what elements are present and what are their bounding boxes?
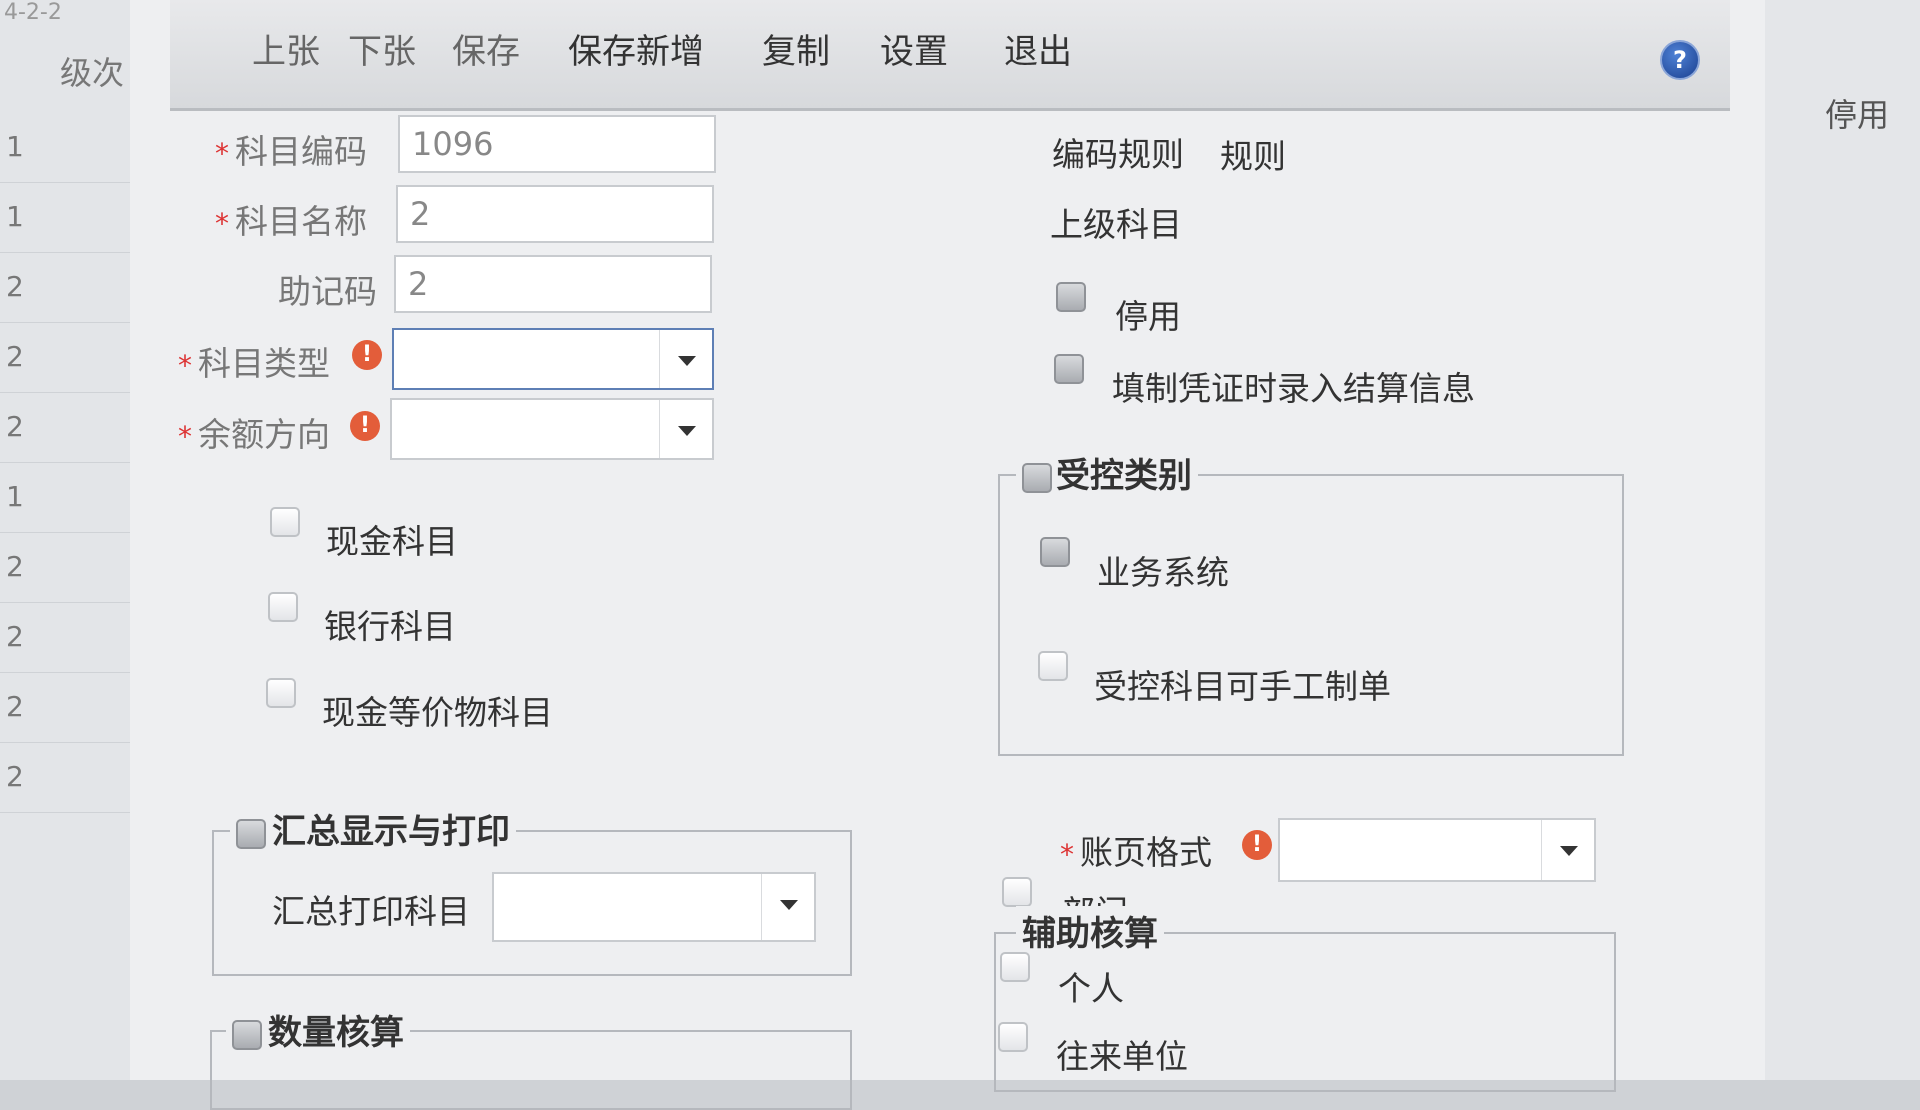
chevron-down-icon[interactable]	[659, 400, 712, 458]
quantity-group-checkbox[interactable]	[232, 1019, 262, 1050]
partner-checkbox[interactable]	[998, 1022, 1028, 1052]
disable-label: 停用	[1115, 297, 1181, 336]
balance-warning-icon: !	[350, 411, 380, 441]
save-button[interactable]: 保存	[452, 24, 520, 73]
code-rule-label: 编码规则	[1052, 135, 1184, 174]
table-row[interactable]: 2	[0, 322, 130, 393]
balance-label: * 余额方向	[178, 415, 330, 454]
settings-button[interactable]: 设置	[880, 24, 948, 73]
background-right-column: 停用	[1765, 0, 1920, 1080]
parent-account-label: 上级科目	[1050, 205, 1182, 244]
type-warning-icon: !	[352, 340, 382, 370]
background-list-header: 级次	[60, 54, 125, 92]
ledger-format-warning-icon: !	[1242, 830, 1272, 860]
controlled-group	[998, 474, 1624, 756]
chevron-down-icon[interactable]	[1541, 820, 1594, 880]
type-select[interactable]	[392, 328, 714, 390]
mnemonic-label: 助记码	[278, 272, 377, 311]
code-rule-value: 规则	[1220, 137, 1286, 176]
toolbar: 上张 下张 保存 保存新增 复制 设置 退出 ?	[170, 0, 1730, 111]
table-row[interactable]: 2	[0, 742, 130, 813]
code-input[interactable]: 1096	[398, 115, 716, 173]
table-row[interactable]: 1	[0, 112, 130, 183]
disable-checkbox[interactable]	[1056, 282, 1086, 312]
manual-voucher-label: 受控科目可手工制单	[1094, 667, 1391, 706]
chevron-down-icon[interactable]	[761, 874, 814, 940]
person-label: 个人	[1058, 969, 1124, 1008]
cash-equiv-checkbox[interactable]	[266, 678, 296, 708]
exit-button[interactable]: 退出	[1004, 24, 1072, 73]
table-row[interactable]: 1	[0, 182, 130, 253]
summary-group-checkbox[interactable]	[236, 818, 266, 849]
type-label: * 科目类型	[178, 344, 330, 383]
aux-group-legend: 辅助核算	[1016, 906, 1164, 955]
table-row[interactable]: 2	[0, 532, 130, 603]
bank-label: 银行科目	[324, 607, 456, 646]
business-system-label: 业务系统	[1097, 553, 1229, 592]
code-label: * 科目编码	[215, 132, 367, 171]
business-system-checkbox[interactable]	[1040, 537, 1070, 567]
background-list: 4-2-2 级次 1 1 2 2 2 1 2 2 2 2	[0, 0, 130, 1080]
save-new-button[interactable]: 保存新增	[568, 24, 704, 73]
controlled-group-checkbox[interactable]	[1022, 462, 1052, 493]
background-disable-header: 停用	[1825, 96, 1890, 134]
quantity-group-legend: 数量核算	[226, 1005, 410, 1054]
copy-button[interactable]: 复制	[762, 24, 830, 73]
table-row[interactable]: 2	[0, 602, 130, 673]
table-row[interactable]: 1	[0, 462, 130, 533]
cash-checkbox[interactable]	[270, 507, 300, 537]
ledger-format-label: * 账页格式	[1060, 833, 1212, 872]
background-top-text: 4-2-2	[4, 0, 62, 25]
summary-print-select[interactable]	[492, 872, 816, 942]
name-label: * 科目名称	[215, 202, 367, 241]
settle-info-checkbox[interactable]	[1054, 354, 1084, 384]
summary-print-label: 汇总打印科目	[272, 892, 470, 931]
next-button[interactable]: 下张	[348, 24, 416, 73]
table-row[interactable]: 2	[0, 672, 130, 743]
table-row[interactable]: 2	[0, 252, 130, 323]
help-icon[interactable]: ?	[1660, 40, 1700, 80]
mnemonic-input[interactable]: 2	[394, 255, 712, 313]
settle-info-label: 填制凭证时录入结算信息	[1112, 369, 1475, 408]
account-edit-dialog: 上张 下张 保存 保存新增 复制 设置 退出 ? * 科目编码 1096 * 科目名…	[130, 0, 1765, 1110]
name-input[interactable]: 2	[396, 185, 714, 243]
person-checkbox[interactable]	[1000, 952, 1030, 982]
controlled-group-legend: 受控类别	[1016, 448, 1198, 497]
bank-checkbox[interactable]	[268, 592, 298, 622]
summary-group-legend: 汇总显示与打印	[230, 804, 516, 853]
ledger-format-select[interactable]	[1278, 818, 1596, 882]
table-row[interactable]: 2	[0, 392, 130, 463]
manual-voucher-checkbox[interactable]	[1038, 651, 1068, 681]
prev-button[interactable]: 上张	[252, 24, 320, 73]
cash-equiv-label: 现金等价物科目	[322, 693, 553, 732]
dept-checkbox[interactable]	[1002, 877, 1032, 907]
chevron-down-icon[interactable]	[659, 330, 712, 388]
partner-label: 往来单位	[1056, 1037, 1188, 1076]
cash-label: 现金科目	[326, 522, 458, 561]
balance-select[interactable]	[390, 398, 714, 460]
